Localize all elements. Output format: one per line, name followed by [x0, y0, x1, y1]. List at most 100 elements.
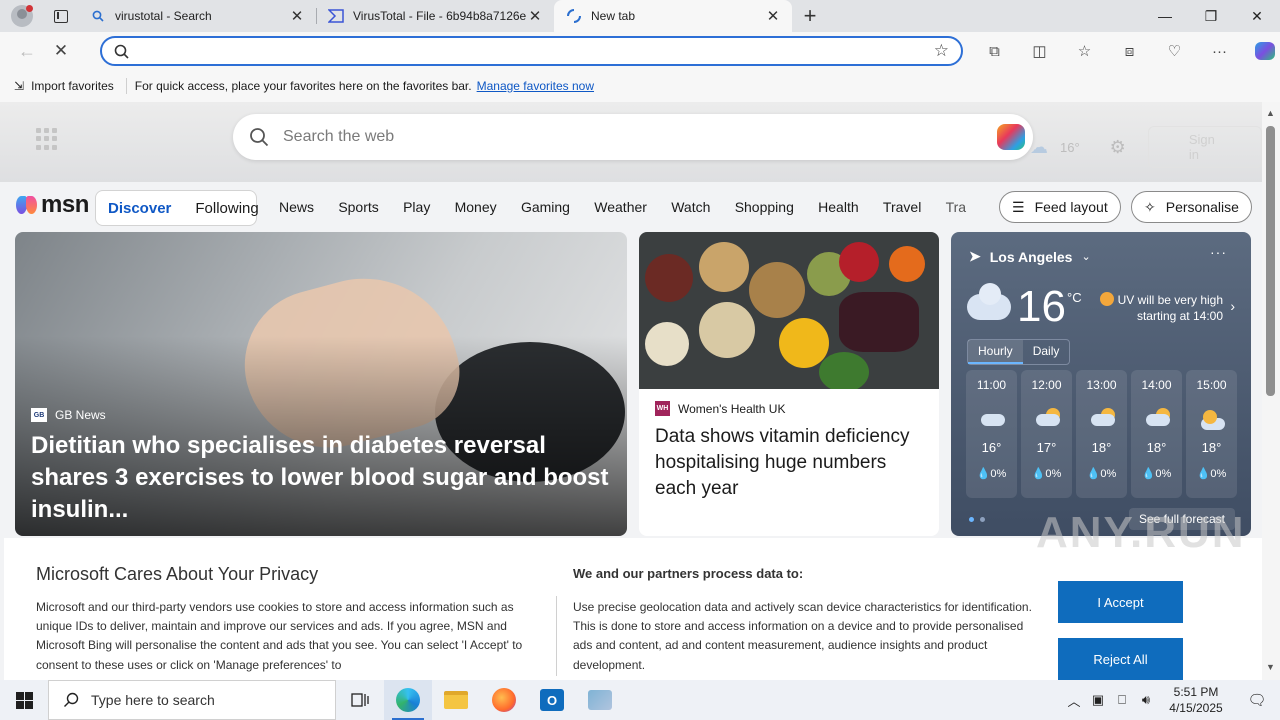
hour-temp: 18°: [1091, 440, 1112, 455]
msn-logo[interactable]: msn: [16, 191, 89, 219]
manage-favorites-link[interactable]: Manage favorites now: [477, 79, 594, 93]
favorites-icon[interactable]: ☆: [1062, 36, 1107, 66]
carousel-dots[interactable]: [969, 517, 985, 522]
outlook-icon[interactable]: O: [528, 680, 576, 720]
privacy-banner: Microsoft Cares About Your Privacy Micro…: [4, 538, 1262, 680]
more-options-icon[interactable]: ···: [1210, 244, 1227, 260]
task-view-icon[interactable]: [336, 680, 384, 720]
tab-daily[interactable]: Daily: [1023, 340, 1070, 364]
nav-gaming[interactable]: Gaming: [521, 199, 570, 215]
temperature-unit[interactable]: °C: [1067, 290, 1082, 305]
nav-health[interactable]: Health: [818, 199, 858, 215]
back-icon[interactable]: ←: [10, 36, 44, 66]
article-headline[interactable]: Data shows vitamin deficiency hospitalis…: [655, 424, 930, 502]
notifications-icon[interactable]: 🗨︎: [1234, 691, 1280, 709]
header-weather-temp[interactable]: 16°: [1060, 140, 1080, 155]
tab-actions-icon: [54, 9, 68, 23]
nav-play[interactable]: Play: [403, 199, 430, 215]
copilot-search-icon[interactable]: [997, 124, 1025, 150]
scroll-up-icon[interactable]: ▲: [1266, 108, 1275, 118]
sign-in-button[interactable]: Sign in: [1147, 126, 1262, 168]
taskbar-search[interactable]: Type here to search: [48, 680, 336, 720]
scroll-down-icon[interactable]: ▼: [1266, 662, 1275, 672]
extensions-icon[interactable]: ⧉: [972, 36, 1017, 66]
close-window-icon[interactable]: ✕: [1234, 0, 1280, 32]
minimize-icon[interactable]: —: [1142, 0, 1188, 32]
clock[interactable]: 5:51 PM 4/15/2025: [1158, 684, 1234, 716]
tab-title: New tab: [591, 9, 636, 23]
partly-cloudy-icon: [1089, 408, 1115, 426]
page-scrollbar[interactable]: ▲ ▼: [1262, 102, 1280, 680]
tab-discover[interactable]: Discover: [96, 200, 183, 217]
tab-virustotal-search[interactable]: virustotal - Search ✕: [78, 0, 316, 32]
close-tab-icon[interactable]: ✕: [764, 7, 782, 25]
personalise-icon: ✧: [1144, 198, 1156, 215]
tab-virustotal-file[interactable]: VirusTotal - File - 6b94b8a7126e5 ✕: [316, 0, 554, 32]
nav-money[interactable]: Money: [455, 199, 497, 215]
close-tab-icon[interactable]: ✕: [526, 7, 544, 25]
address-bar[interactable]: ☆: [100, 36, 963, 66]
browser-essentials-icon[interactable]: ♡: [1152, 36, 1197, 66]
stop-loading-icon[interactable]: ✕: [44, 36, 78, 66]
settings-gear-icon[interactable]: ⚙: [1110, 137, 1126, 158]
search-icon: [114, 44, 129, 59]
nav-shopping[interactable]: Shopping: [735, 199, 794, 215]
profile-button[interactable]: [0, 0, 44, 32]
network-icon[interactable]: ⎕: [1110, 692, 1134, 708]
settings-more-icon[interactable]: ···: [1197, 36, 1242, 66]
close-tab-icon[interactable]: ✕: [288, 7, 306, 25]
sliders-icon: ☰: [1012, 198, 1025, 215]
article-headline[interactable]: Dietitian who specialises in diabetes re…: [31, 430, 621, 526]
file-explorer-icon[interactable]: [432, 680, 480, 720]
taskbar: Type here to search O ︿ ▣ ⎕ 🔊︎ 5:51 PM 4…: [0, 680, 1280, 720]
favorite-star-icon[interactable]: ☆: [934, 41, 949, 61]
chevron-right-icon[interactable]: ›: [1230, 298, 1235, 314]
uv-alert[interactable]: UV will be very high starting at 14:00: [1095, 292, 1239, 324]
copilot-icon[interactable]: [1242, 36, 1280, 66]
scroll-thumb[interactable]: [1266, 126, 1275, 396]
hour-item[interactable]: 12:00 17° 💧0%: [1021, 370, 1072, 498]
tab-new-tab[interactable]: New tab ✕: [554, 0, 792, 32]
secondary-news-card[interactable]: WH Women's Health UK Data shows vitamin …: [639, 232, 939, 536]
collections-icon[interactable]: ⧈: [1107, 36, 1152, 66]
nav-traffic[interactable]: Tra: [946, 199, 966, 215]
uv-icon: [1099, 292, 1114, 306]
weather-location[interactable]: ➤ Los Angeles ⌄: [969, 248, 1091, 265]
hour-item[interactable]: 13:00 18° 💧0%: [1076, 370, 1127, 498]
accept-button[interactable]: I Accept: [1058, 581, 1183, 623]
personalise-button[interactable]: ✧ Personalise: [1131, 191, 1252, 223]
tab-actions-button[interactable]: [44, 0, 78, 32]
msn-butterfly-icon: [16, 194, 38, 216]
address-input[interactable]: [137, 43, 934, 59]
header-right: ☁ 16° ⚙ Sign in: [1030, 126, 1262, 168]
edge-taskbar-icon[interactable]: [384, 680, 432, 720]
web-search-box[interactable]: Search the web: [233, 114, 1033, 160]
split-screen-icon[interactable]: ◫: [1017, 36, 1062, 66]
nav-watch[interactable]: Watch: [671, 199, 710, 215]
app-launcher-icon[interactable]: [36, 128, 58, 150]
start-button[interactable]: [0, 680, 48, 720]
volume-icon[interactable]: 🔊︎: [1134, 692, 1158, 708]
new-tab-button[interactable]: +: [792, 0, 828, 32]
nav-news[interactable]: News: [279, 199, 314, 215]
hour-item[interactable]: 15:00 18° 💧0%: [1186, 370, 1237, 498]
hour-precip: 💧0%: [1141, 468, 1172, 480]
nav-weather[interactable]: Weather: [594, 199, 647, 215]
device-icon[interactable]: ▣: [1086, 692, 1110, 708]
nav-sports[interactable]: Sports: [338, 199, 378, 215]
hour-item[interactable]: 14:00 18° 💧0%: [1131, 370, 1182, 498]
hour-item[interactable]: 11:00 16° 💧0%: [966, 370, 1017, 498]
show-hidden-icons-icon[interactable]: ︿: [1062, 691, 1086, 710]
feed-layout-button[interactable]: ☰ Feed layout: [999, 191, 1121, 223]
nav-travel[interactable]: Travel: [883, 199, 921, 215]
tab-hourly[interactable]: Hourly: [968, 340, 1023, 364]
main-news-card[interactable]: GB GB News Dietitian who specialises in …: [15, 232, 627, 536]
hourly-forecast: 11:00 16° 💧0% 12:00 17° 💧0% 13:00 18° 💧0…: [966, 370, 1237, 498]
firefox-icon[interactable]: [480, 680, 528, 720]
restore-icon[interactable]: ❐: [1188, 0, 1234, 32]
tab-following[interactable]: Following: [183, 200, 270, 217]
reject-all-button[interactable]: Reject All: [1058, 638, 1183, 680]
import-favorites-button[interactable]: ⇲ Import favorites: [14, 78, 127, 94]
msn-logo-text: msn: [41, 191, 89, 218]
app-icon[interactable]: [576, 680, 624, 720]
